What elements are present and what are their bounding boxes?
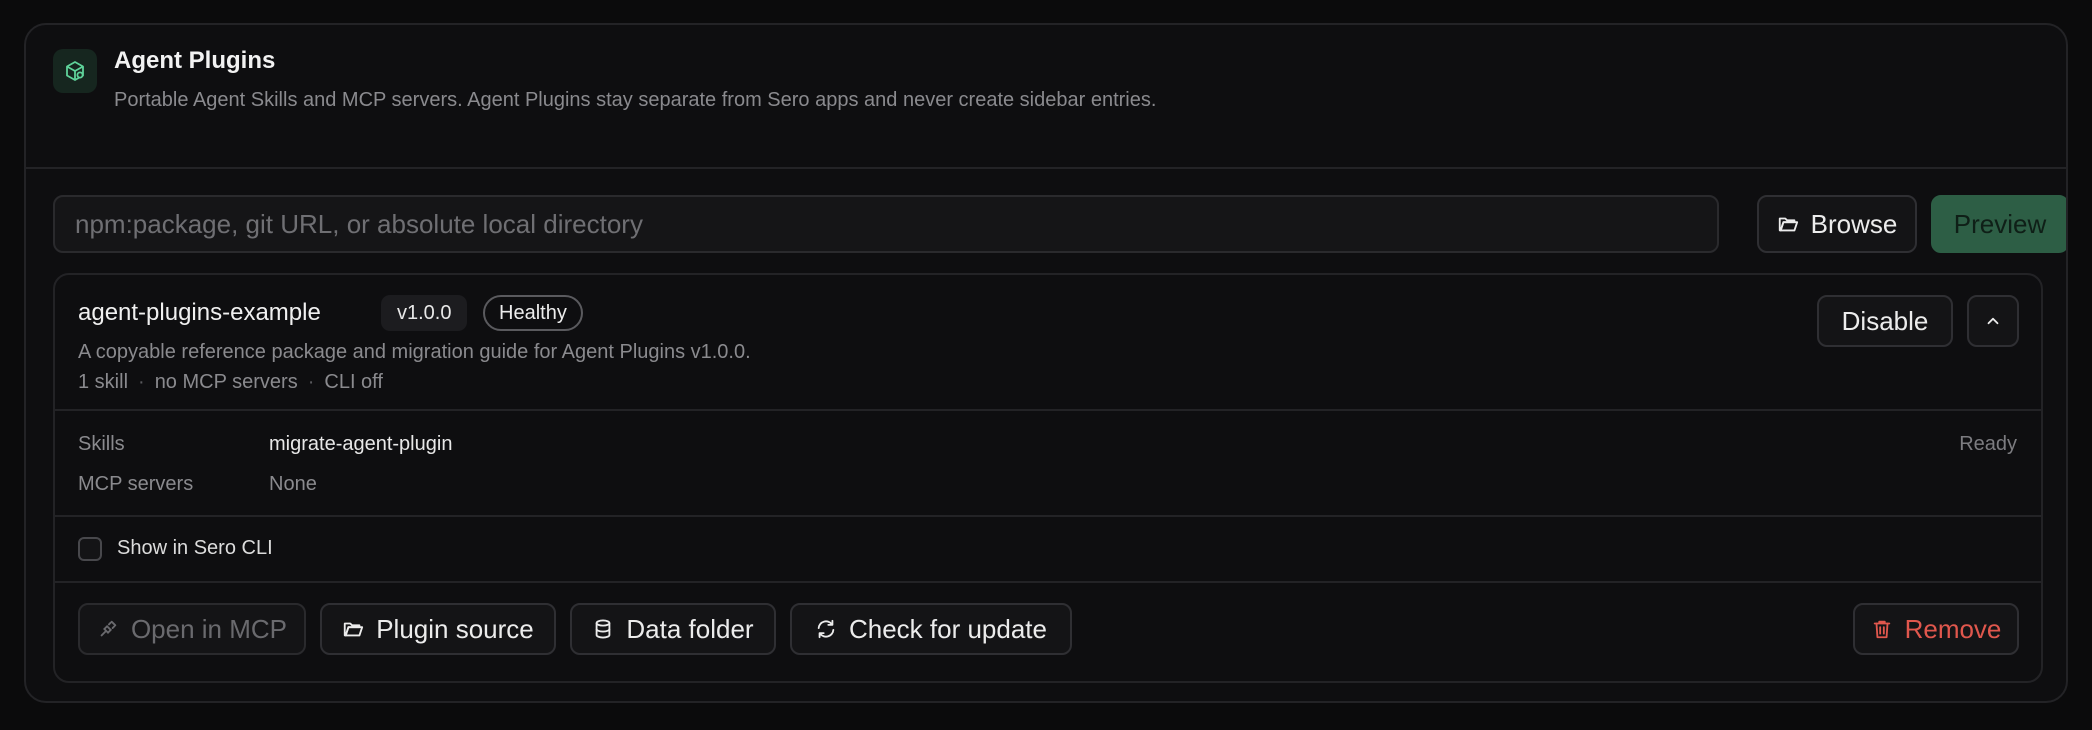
install-row: Browse Preview: [53, 195, 2066, 253]
check-for-update-label: Check for update: [848, 613, 1047, 644]
plugin-source-input[interactable]: [53, 195, 1719, 253]
data-folder-label: Data folder: [626, 613, 754, 644]
meta-separator: ·: [307, 371, 315, 393]
disable-button[interactable]: Disable: [1817, 295, 1953, 347]
folder-open-icon: [342, 618, 364, 640]
version-badge: v1.0.0: [381, 295, 468, 331]
skills-status: Ready: [1959, 433, 2017, 455]
plugin-card-header: agent-plugins-example v1.0.0 Healthy A c…: [55, 275, 2041, 411]
remove-button[interactable]: Remove: [1853, 603, 2019, 655]
collapse-button[interactable]: [1967, 295, 2019, 347]
plugin-card: agent-plugins-example v1.0.0 Healthy A c…: [53, 273, 2043, 683]
trash-icon: [1871, 618, 1893, 640]
refresh-icon: [815, 618, 837, 640]
plugin-details: Skills migrate-agent-plugin Ready MCP se…: [55, 411, 2041, 517]
plugin-name: agent-plugins-example: [78, 299, 321, 326]
open-in-mcp-button[interactable]: Open in MCP: [78, 603, 306, 655]
plugin-actions: Open in MCP Plugin source Data folder Ch…: [55, 583, 2041, 681]
skills-value: migrate-agent-plugin: [269, 433, 453, 455]
status-badge: Healthy: [483, 295, 583, 331]
meta-cli-state: CLI off: [324, 371, 383, 393]
show-in-cli-label[interactable]: Show in Sero CLI: [117, 537, 273, 560]
meta-separator: ·: [138, 371, 145, 393]
plug-icon: [97, 618, 119, 640]
browse-button-label: Browse: [1810, 208, 1898, 239]
plugin-package-icon: [53, 49, 97, 93]
show-in-cli-checkbox[interactable]: [78, 537, 102, 561]
preview-button[interactable]: Preview: [1931, 195, 2066, 253]
folder-open-icon: [1777, 213, 1799, 235]
page-title: Agent Plugins: [114, 47, 276, 74]
database-icon: [592, 618, 614, 640]
panel-header: Agent Plugins Portable Agent Skills and …: [26, 25, 2066, 169]
data-folder-button[interactable]: Data folder: [570, 603, 776, 655]
cli-toggle-row: Show in Sero CLI: [55, 517, 2041, 583]
plugin-meta: 1 skill · no MCP servers · CLI off: [78, 371, 383, 394]
plugin-source-button[interactable]: Plugin source: [320, 603, 556, 655]
check-for-update-button[interactable]: Check for update: [790, 603, 1072, 655]
plugin-description: A copyable reference package and migrati…: [78, 341, 751, 363]
agent-plugins-panel: Agent Plugins Portable Agent Skills and …: [24, 23, 2068, 703]
open-in-mcp-label: Open in MCP: [130, 613, 288, 644]
mcp-servers-label: MCP servers: [78, 473, 194, 495]
browse-button[interactable]: Browse: [1757, 195, 1917, 253]
skills-label: Skills: [78, 433, 125, 455]
page-description: Portable Agent Skills and MCP servers. A…: [114, 89, 1157, 111]
meta-mcp-count: no MCP servers: [154, 371, 298, 393]
meta-skills-count: 1 skill: [78, 371, 129, 393]
remove-label: Remove: [1904, 613, 2002, 644]
mcp-servers-value: None: [269, 473, 317, 495]
chevron-up-icon: [1984, 312, 2002, 330]
plugin-source-label: Plugin source: [376, 613, 534, 644]
